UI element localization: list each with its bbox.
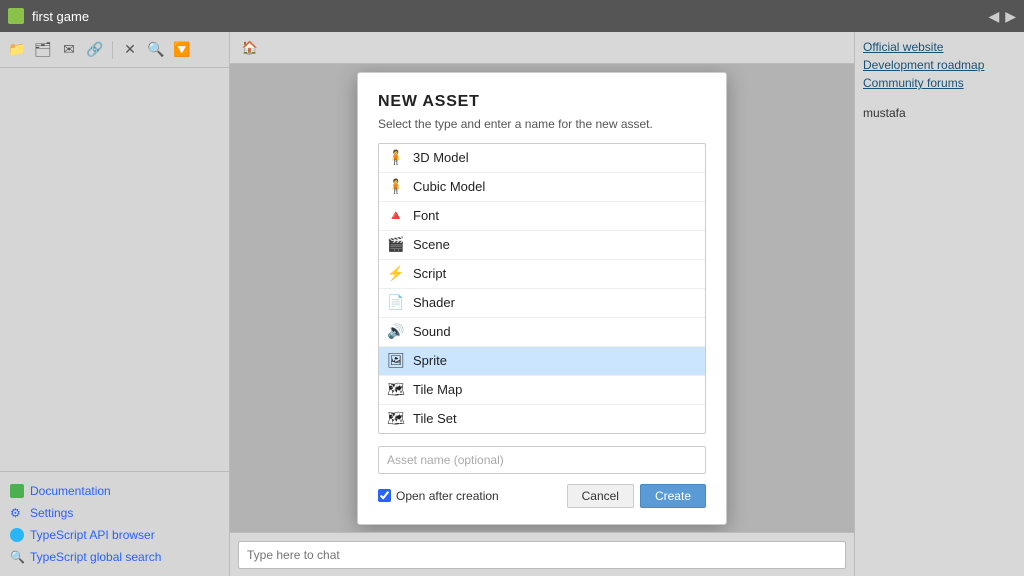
asset-label: Tile Set: [413, 411, 457, 426]
toolbar-filter[interactable]: 🔽: [171, 39, 193, 61]
sidebar-documentation[interactable]: Documentation: [0, 480, 229, 502]
asset-label: Sprite: [413, 353, 447, 368]
file-tree: [0, 68, 229, 471]
chat-bar: [230, 532, 854, 576]
asset-icon-3d-model: 🧍: [387, 149, 405, 167]
asset-label: Font: [413, 208, 439, 223]
title-controls: ◀ ▶: [988, 8, 1016, 25]
cancel-button[interactable]: Cancel: [567, 484, 634, 508]
official-website-link[interactable]: Official website: [863, 40, 1016, 54]
asset-icon-tile-map: 🗺: [387, 381, 405, 399]
next-button[interactable]: ▶: [1005, 8, 1016, 25]
username-display: mustafa: [863, 106, 1016, 120]
toolbar: 📁 🗂 ✉ 🔗 ✕ 🔍 🔽: [0, 32, 229, 68]
asset-icon-font: 🔺: [387, 207, 405, 225]
toolbar-new-folder[interactable]: 📁: [6, 39, 28, 61]
toolbar-save[interactable]: ✉: [58, 39, 80, 61]
asset-icon-shader: 📄: [387, 294, 405, 312]
sidebar-ts-api-label: TypeScript API browser: [30, 528, 155, 542]
asset-icon-script: ⚡: [387, 265, 405, 283]
asset-label: Scene: [413, 237, 450, 252]
sidebar-settings[interactable]: ⚙ Settings: [0, 502, 229, 524]
center-content: 🏠 NEW ASSET Select the type and enter a …: [230, 32, 854, 576]
sidebar-ts-search-label: TypeScript global search: [30, 550, 161, 564]
asset-icon-tile-set: 🗺: [387, 410, 405, 428]
right-sidebar: Official website Development roadmap Com…: [854, 32, 1024, 576]
toolbar-separator: [112, 41, 113, 59]
modal-title: NEW ASSET: [378, 93, 706, 111]
asset-type-list: 🧍 3D Model 🧍 Cubic Model 🔺 Font 🎬 Scene ⚡ Script 📄…: [378, 143, 706, 434]
dev-roadmap-link[interactable]: Development roadmap: [863, 58, 1016, 72]
asset-label: 3D Model: [413, 150, 469, 165]
open-after-creation-label[interactable]: Open after creation: [378, 489, 499, 503]
nav-bar: 🏠: [230, 32, 854, 64]
modal-overlay: NEW ASSET Select the type and enter a na…: [230, 64, 854, 532]
modal-subtitle: Select the type and enter a name for the…: [378, 117, 706, 131]
toolbar-open[interactable]: 🗂: [32, 39, 54, 61]
asset-icon-cubic-model: 🧍: [387, 178, 405, 196]
settings-icon: ⚙: [10, 506, 24, 520]
modal-footer: Open after creation Cancel Create: [378, 484, 706, 508]
sidebar-ts-search[interactable]: 🔍 TypeScript global search: [0, 546, 229, 568]
sidebar-bottom: Documentation ⚙ Settings TypeScript API …: [0, 471, 229, 576]
sidebar-ts-api[interactable]: TypeScript API browser: [0, 524, 229, 546]
asset-item-sound[interactable]: 🔊 Sound: [379, 318, 705, 347]
asset-item-tile-map[interactable]: 🗺 Tile Map: [379, 376, 705, 405]
home-button[interactable]: 🏠: [238, 36, 262, 60]
window-title: first game: [32, 9, 980, 24]
toolbar-search[interactable]: 🔍: [145, 39, 167, 61]
asset-item-font[interactable]: 🔺 Font: [379, 202, 705, 231]
main-area: NEW ASSET Select the type and enter a na…: [230, 64, 854, 532]
asset-icon-sound: 🔊: [387, 323, 405, 341]
left-sidebar: 📁 🗂 ✉ 🔗 ✕ 🔍 🔽 Documentation ⚙ Settings T: [0, 32, 230, 576]
asset-item-script[interactable]: ⚡ Script: [379, 260, 705, 289]
asset-item-shader[interactable]: 📄 Shader: [379, 289, 705, 318]
main-layout: 📁 🗂 ✉ 🔗 ✕ 🔍 🔽 Documentation ⚙ Settings T: [0, 32, 1024, 576]
asset-label: Sound: [413, 324, 451, 339]
title-bar: first game ◀ ▶: [0, 0, 1024, 32]
asset-item-3d-model[interactable]: 🧍 3D Model: [379, 144, 705, 173]
prev-button[interactable]: ◀: [988, 8, 999, 25]
new-asset-dialog: NEW ASSET Select the type and enter a na…: [357, 72, 727, 525]
modal-actions: Cancel Create: [567, 484, 706, 508]
asset-label: Shader: [413, 295, 455, 310]
ts-search-icon: 🔍: [10, 550, 24, 564]
toolbar-delete[interactable]: ✕: [119, 39, 141, 61]
asset-name-input[interactable]: [378, 446, 706, 474]
community-forums-link[interactable]: Community forums: [863, 76, 1016, 90]
open-after-creation-checkbox[interactable]: [378, 489, 391, 502]
asset-label: Cubic Model: [413, 179, 485, 194]
asset-label: Tile Map: [413, 382, 462, 397]
toolbar-link[interactable]: 🔗: [84, 39, 106, 61]
sidebar-documentation-label: Documentation: [30, 484, 111, 498]
asset-item-cubic-model[interactable]: 🧍 Cubic Model: [379, 173, 705, 202]
asset-label: Script: [413, 266, 446, 281]
ts-api-icon: [10, 528, 24, 542]
open-after-creation-text: Open after creation: [396, 489, 499, 503]
chat-input[interactable]: [238, 541, 846, 569]
create-button[interactable]: Create: [640, 484, 706, 508]
asset-icon-scene: 🎬: [387, 236, 405, 254]
documentation-icon: [10, 484, 24, 498]
asset-item-sprite[interactable]: 🖼 Sprite: [379, 347, 705, 376]
asset-item-tile-set[interactable]: 🗺 Tile Set: [379, 405, 705, 433]
asset-icon-sprite: 🖼: [387, 352, 405, 370]
asset-item-scene[interactable]: 🎬 Scene: [379, 231, 705, 260]
sidebar-settings-label: Settings: [30, 506, 73, 520]
app-icon: [8, 8, 24, 24]
